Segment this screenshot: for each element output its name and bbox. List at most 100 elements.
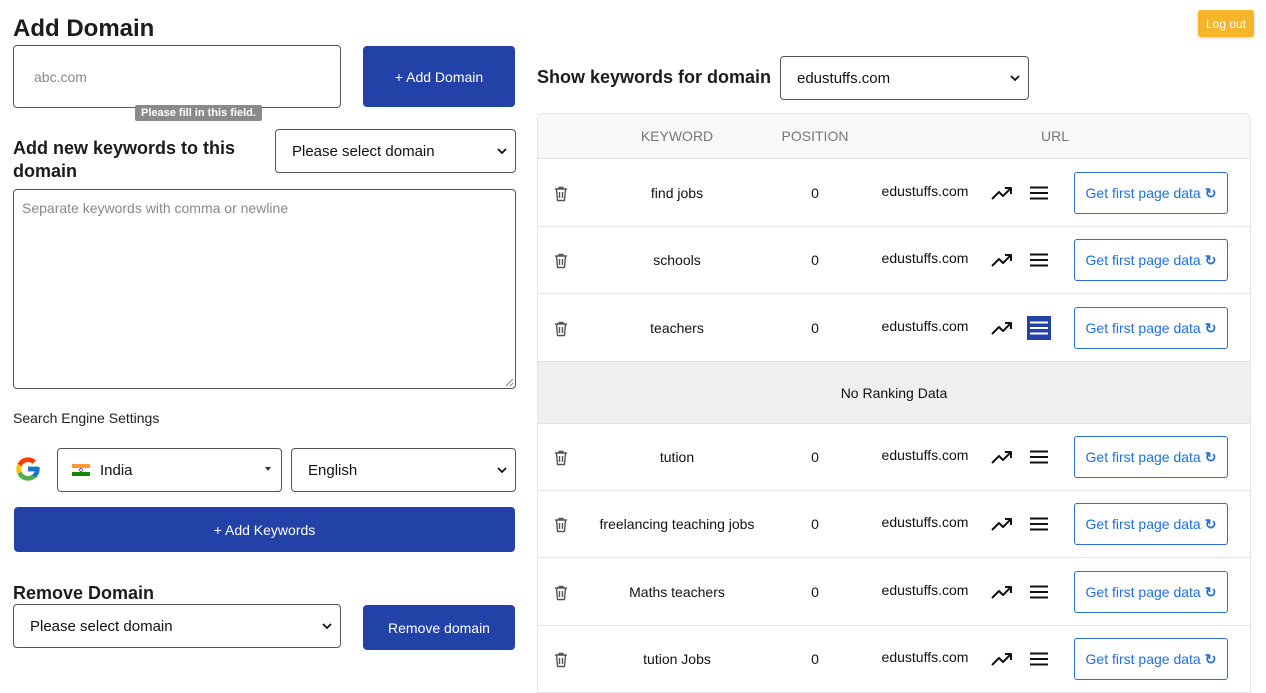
- get-first-page-data-cell: Get first page data ↻: [1074, 491, 1228, 557]
- trend-button[interactable]: [990, 491, 1014, 557]
- menu-icon: [1027, 445, 1051, 469]
- delete-keyword-button[interactable]: [548, 160, 574, 226]
- refresh-icon: ↻: [1204, 650, 1217, 667]
- trending-up-icon[interactable]: [991, 321, 1013, 335]
- keyword-cell: teachers: [650, 320, 704, 336]
- delete-keyword-button[interactable]: [548, 491, 574, 557]
- url-cell: edustuffs.com: [881, 649, 969, 665]
- get-first-page-data-cell: Get first page data ↻: [1074, 227, 1228, 293]
- remove-domain-select[interactable]: Please select domain: [13, 604, 341, 648]
- url-cell: edustuffs.com: [881, 582, 969, 598]
- trash-icon[interactable]: [553, 516, 569, 533]
- position-cell: 0: [811, 516, 819, 532]
- get-first-page-data-button[interactable]: Get first page data ↻: [1074, 638, 1228, 680]
- language-select[interactable]: English: [291, 448, 516, 492]
- get-first-page-data-button[interactable]: Get first page data ↻: [1074, 307, 1228, 349]
- details-menu-button[interactable]: [1027, 626, 1051, 692]
- language-select-value: English: [308, 461, 358, 479]
- trending-up-icon[interactable]: [991, 585, 1013, 599]
- menu-icon: [1027, 647, 1051, 671]
- get-first-page-data-cell: Get first page data ↻: [1074, 559, 1228, 625]
- resize-handle-icon[interactable]: [505, 378, 514, 387]
- details-menu-button[interactable]: [1027, 160, 1051, 226]
- details-menu-button[interactable]: [1027, 295, 1051, 361]
- chevron-down-icon: [322, 623, 332, 630]
- country-select[interactable]: India: [57, 448, 282, 492]
- refresh-icon: ↻: [1204, 583, 1217, 600]
- keywords-table: KEYWORD POSITION URL find jobs 0 edustuffs…: [537, 113, 1251, 693]
- trending-up-icon[interactable]: [991, 253, 1013, 267]
- table-row: find jobs 0 edustuffs.com Get first page da…: [538, 160, 1250, 227]
- url-cell: edustuffs.com: [881, 250, 969, 266]
- trending-up-icon[interactable]: [991, 186, 1013, 200]
- logout-button[interactable]: Log out: [1198, 10, 1254, 37]
- details-menu-button[interactable]: [1027, 491, 1051, 557]
- engine-settings-label: Search Engine Settings: [13, 410, 160, 426]
- delete-keyword-button[interactable]: [548, 424, 574, 490]
- trash-icon[interactable]: [553, 584, 569, 601]
- column-header-position: POSITION: [781, 128, 849, 144]
- menu-icon: [1027, 580, 1051, 604]
- keyword-cell: tution Jobs: [643, 651, 711, 667]
- trash-icon[interactable]: [553, 320, 569, 337]
- delete-keyword-button[interactable]: [548, 227, 574, 293]
- domain-filter-select[interactable]: edustuffs.com: [780, 56, 1029, 100]
- add-keywords-title: Add new keywords to this domain: [13, 138, 236, 181]
- table-row: freelancing teaching jobs 0 edustuffs.com G…: [538, 491, 1250, 558]
- trend-button[interactable]: [990, 626, 1014, 692]
- delete-keyword-button[interactable]: [548, 559, 574, 625]
- trash-icon[interactable]: [553, 449, 569, 466]
- refresh-icon: ↻: [1204, 448, 1217, 465]
- position-cell: 0: [811, 449, 819, 465]
- add-domain-button[interactable]: + Add Domain: [363, 46, 515, 107]
- caret-down-icon: [265, 467, 271, 471]
- menu-lines-icon: [1030, 186, 1048, 200]
- details-menu-button[interactable]: [1027, 227, 1051, 293]
- table-row: tution Jobs 0 edustuffs.com Get first page …: [538, 626, 1250, 692]
- get-first-page-data-button[interactable]: Get first page data ↻: [1074, 239, 1228, 281]
- no-ranking-row: No Ranking Data: [538, 362, 1250, 424]
- get-first-page-data-label: Get first page data: [1085, 584, 1201, 600]
- country-select-value: India: [100, 461, 133, 479]
- chevron-down-icon: [497, 148, 507, 155]
- menu-lines-icon: [1030, 585, 1048, 599]
- trash-icon[interactable]: [553, 185, 569, 202]
- get-first-page-data-cell: Get first page data ↻: [1074, 626, 1228, 692]
- get-first-page-data-button[interactable]: Get first page data ↻: [1074, 571, 1228, 613]
- google-icon: [16, 457, 40, 481]
- keywords-domain-select[interactable]: Please select domain: [275, 129, 516, 173]
- trash-icon[interactable]: [553, 651, 569, 668]
- delete-keyword-button[interactable]: [548, 295, 574, 361]
- domain-input[interactable]: abc.com: [13, 45, 341, 108]
- keyword-cell: find jobs: [650, 185, 704, 201]
- trend-button[interactable]: [990, 295, 1014, 361]
- remove-domain-button[interactable]: Remove domain: [363, 605, 515, 650]
- get-first-page-data-label: Get first page data: [1085, 449, 1201, 465]
- menu-icon: [1027, 512, 1051, 536]
- trend-button[interactable]: [990, 227, 1014, 293]
- trending-up-icon[interactable]: [991, 517, 1013, 531]
- trend-button[interactable]: [990, 559, 1014, 625]
- refresh-icon: ↻: [1204, 251, 1217, 268]
- get-first-page-data-button[interactable]: Get first page data ↻: [1074, 172, 1228, 214]
- trend-button[interactable]: [990, 424, 1014, 490]
- trend-button[interactable]: [990, 160, 1014, 226]
- delete-keyword-button[interactable]: [548, 626, 574, 692]
- get-first-page-data-cell: Get first page data ↻: [1074, 295, 1228, 361]
- get-first-page-data-button[interactable]: Get first page data ↻: [1074, 436, 1228, 478]
- get-first-page-data-button[interactable]: Get first page data ↻: [1074, 503, 1228, 545]
- add-keywords-button[interactable]: + Add Keywords: [14, 507, 515, 552]
- chevron-down-icon: [497, 467, 507, 474]
- position-cell: 0: [811, 252, 819, 268]
- get-first-page-data-label: Get first page data: [1085, 185, 1201, 201]
- no-ranking-text: No Ranking Data: [840, 384, 948, 401]
- trending-up-icon[interactable]: [991, 652, 1013, 666]
- details-menu-button[interactable]: [1027, 424, 1051, 490]
- keyword-cell: schools: [653, 252, 701, 268]
- position-cell: 0: [811, 584, 819, 600]
- trending-up-icon[interactable]: [991, 450, 1013, 464]
- details-menu-button[interactable]: [1027, 559, 1051, 625]
- keywords-textarea[interactable]: Separate keywords with comma or newline: [13, 189, 516, 389]
- trash-icon[interactable]: [553, 252, 569, 269]
- get-first-page-data-cell: Get first page data ↻: [1074, 424, 1228, 490]
